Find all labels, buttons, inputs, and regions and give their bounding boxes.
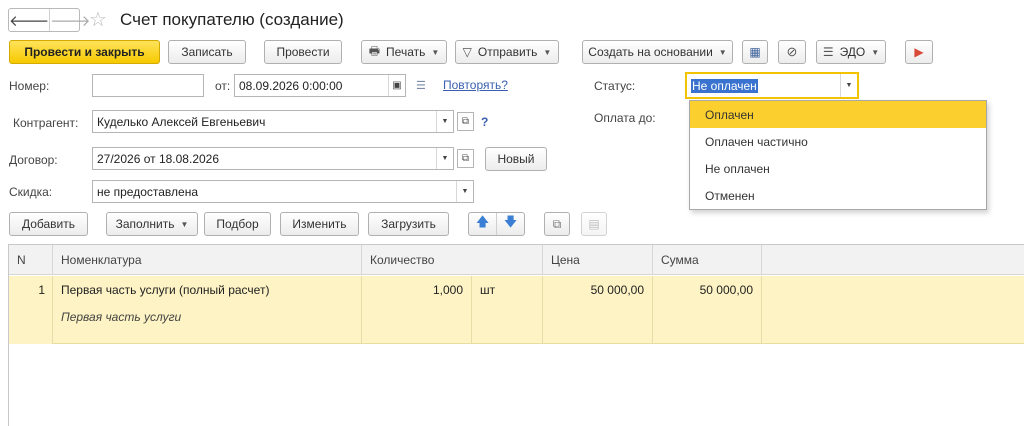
discount-value: не предоставлена [97, 184, 199, 199]
calendar-icon[interactable]: ▣ [388, 75, 405, 96]
paste-icon: ▤ [588, 217, 600, 231]
discount-select[interactable]: не предоставлена ▼ [92, 180, 474, 203]
pay-until-label: Оплата до: [594, 111, 656, 125]
edo-label: ЭДО [839, 45, 866, 59]
status-option-paid[interactable]: Оплачен [690, 101, 986, 128]
copy-row-button[interactable]: ⧉ [544, 212, 570, 236]
item-name: Первая часть услуги (полный расчет) [61, 283, 270, 297]
create-based-on-button[interactable]: Создать на основании ▼ [582, 40, 733, 64]
chevron-down-icon: ▼ [871, 47, 880, 57]
date-field[interactable]: 08.09.2026 0:00:00 ▣ [234, 74, 406, 97]
number-field[interactable] [92, 74, 204, 97]
table-header: N Номенклатура Количество Цена Сумма [9, 245, 1024, 275]
favorite-star-icon[interactable]: ☆ [89, 8, 107, 32]
cell-item[interactable]: Первая часть услуги (полный расчет) Перв… [53, 276, 362, 344]
status-option-not-paid[interactable]: Не оплачен [690, 155, 986, 182]
chevron-down-icon: ▼ [180, 219, 189, 229]
select-button[interactable]: Подбор [204, 212, 271, 236]
navigation-buttons: 🡐 🡒 [8, 8, 90, 32]
help-icon[interactable]: ? [481, 115, 488, 129]
contractor-field[interactable]: Куделько Алексей Евгеньевич ▼ [92, 110, 454, 133]
chevron-down-icon: ▼ [431, 47, 440, 57]
printer-icon: 🖶 [368, 43, 381, 58]
fill-label: Заполнить [115, 217, 175, 231]
contractor-value: Куделько Алексей Евгеньевич [97, 114, 266, 129]
contract-label: Договор: [9, 153, 58, 167]
send-label: Отправить [477, 45, 538, 59]
open-link-icon[interactable]: ⧉ [457, 149, 474, 168]
repeat-link[interactable]: Повторять? [443, 78, 508, 92]
chevron-down-icon[interactable]: ▼ [456, 181, 473, 202]
new-contract-button[interactable]: Новый [485, 147, 547, 171]
contract-value: 27/2026 от 18.08.2026 [97, 151, 220, 166]
item-sum: 50 000,00 [699, 283, 753, 297]
status-option-cancelled[interactable]: Отменен [690, 182, 986, 209]
column-header-item[interactable]: Номенклатура [53, 245, 362, 275]
status-value: Не оплачен [691, 78, 758, 93]
forward-arrow-icon[interactable]: 🡒 [49, 9, 90, 31]
column-header-sum[interactable]: Сумма [653, 245, 762, 275]
cell-n[interactable]: 1 [9, 276, 53, 344]
paste-row-button[interactable]: ▤ [581, 212, 607, 236]
play-bot-icon: ▶ [914, 45, 924, 59]
funnel-send-icon: ▽ [462, 45, 472, 59]
send-button[interactable]: ▽ Отправить ▼ [455, 40, 559, 64]
status-dropdown-list: Оплачен Оплачен частично Не оплачен Отме… [689, 100, 987, 210]
create-based-label: Создать на основании [588, 45, 713, 59]
contractor-label: Контрагент: [13, 116, 79, 130]
chevron-down-icon[interactable]: ▼ [436, 148, 453, 169]
column-header-n[interactable]: N [9, 245, 53, 275]
post-button[interactable]: Провести [264, 40, 342, 64]
save-button[interactable]: Записать [168, 40, 246, 64]
add-row-button[interactable]: Добавить [9, 212, 88, 236]
print-button[interactable]: 🖶 Печать ▼ [361, 40, 447, 64]
back-arrow-icon[interactable]: 🡐 [9, 9, 49, 31]
copy-icon: ⧉ [552, 216, 562, 231]
date-label: от: [215, 79, 231, 93]
cell-sum[interactable]: 50 000,00 [653, 276, 762, 344]
chevron-down-icon: ▼ [543, 47, 552, 57]
item-description: Первая часть услуги [61, 310, 182, 324]
chevron-down-icon: ▼ [718, 47, 727, 57]
move-buttons-group: 🡅 🡇 [468, 212, 525, 236]
attach-button[interactable]: ⊘ [778, 40, 806, 64]
post-and-close-button[interactable]: Провести и закрыть [9, 40, 160, 64]
print-label: Печать [386, 45, 426, 59]
chevron-down-icon[interactable]: ▼ [436, 111, 453, 132]
chevron-down-icon[interactable]: ▼ [840, 74, 857, 97]
bot-button[interactable]: ▶ [905, 40, 933, 64]
cell-price[interactable]: 50 000,00 [543, 276, 653, 344]
status-label: Статус: [594, 79, 636, 93]
structure-button[interactable]: ▦ [742, 40, 768, 64]
load-button[interactable]: Загрузить [368, 212, 449, 236]
paperclip-icon: ⊘ [786, 44, 798, 59]
item-unit: шт [480, 283, 496, 297]
item-quantity: 1,000 [432, 283, 463, 297]
row-number: 1 [38, 283, 45, 297]
repeat-list-icon[interactable]: ☰ [416, 79, 426, 92]
date-value: 08.09.2026 0:00:00 [239, 78, 343, 93]
items-table: N Номенклатура Количество Цена Сумма 1 П… [8, 244, 1024, 426]
move-up-arrow-icon[interactable]: 🡅 [469, 213, 497, 235]
number-label: Номер: [9, 79, 50, 93]
discount-label: Скидка: [9, 185, 53, 199]
status-select[interactable]: Не оплачен ▼ [685, 72, 859, 99]
cell-quantity[interactable]: 1,000 [362, 276, 472, 344]
status-option-partially-paid[interactable]: Оплачен частично [690, 128, 986, 155]
change-button[interactable]: Изменить [280, 212, 359, 236]
contract-field[interactable]: 27/2026 от 18.08.2026 ▼ [92, 147, 454, 170]
document-structure-icon: ▦ [749, 45, 761, 59]
column-header-price[interactable]: Цена [543, 245, 653, 275]
edo-button[interactable]: ☰ ЭДО ▼ [816, 40, 886, 64]
cell-unit[interactable]: шт [472, 276, 543, 344]
move-down-arrow-icon[interactable]: 🡇 [497, 213, 524, 235]
page-title: Счет покупателю (создание) [120, 10, 344, 29]
open-link-icon[interactable]: ⧉ [457, 112, 474, 131]
table-row[interactable]: 1 Первая часть услуги (полный расчет) Пе… [9, 276, 1024, 344]
fill-button[interactable]: Заполнить ▼ [106, 212, 198, 236]
edo-document-icon: ☰ [822, 45, 834, 59]
item-price: 50 000,00 [590, 283, 644, 297]
column-header-quantity[interactable]: Количество [362, 245, 543, 275]
